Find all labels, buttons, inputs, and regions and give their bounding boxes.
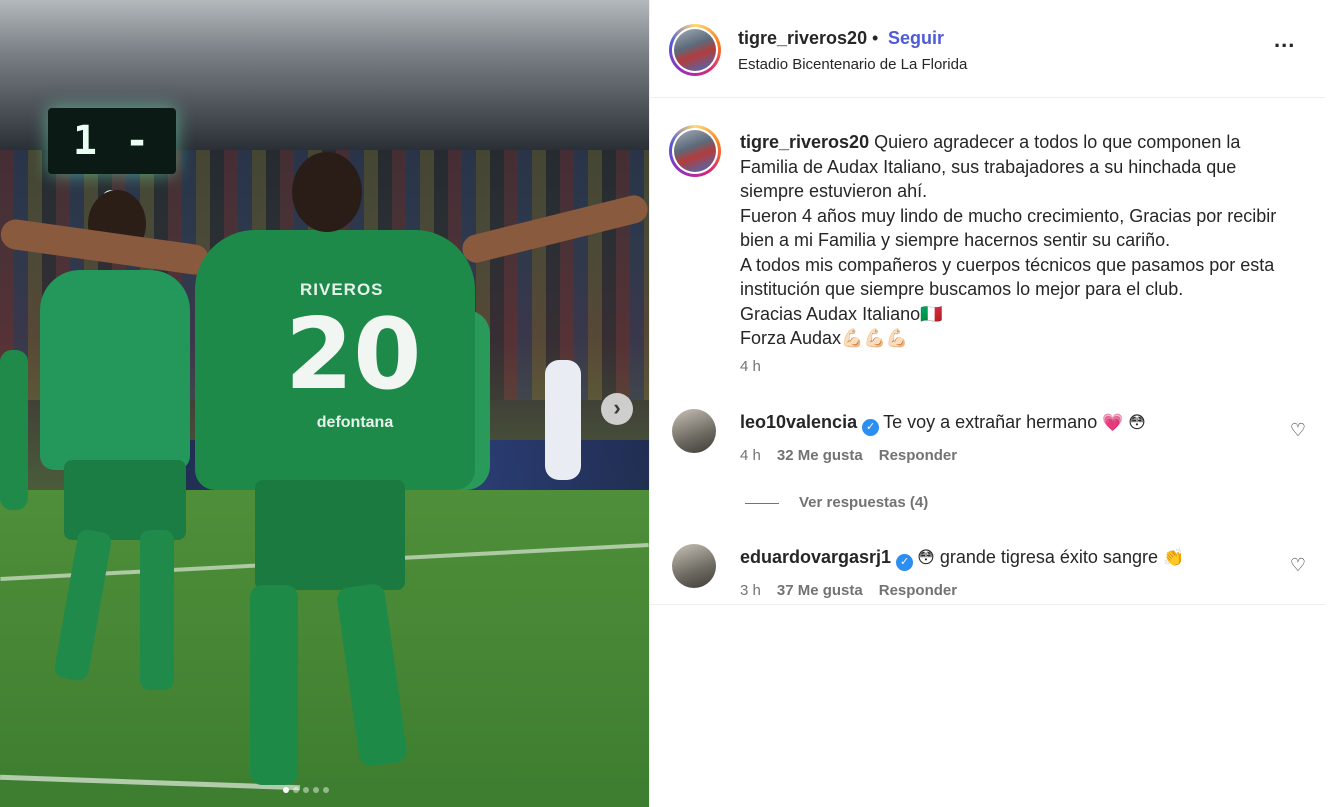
commenter-avatar[interactable]	[672, 409, 716, 453]
carousel-dot[interactable]	[283, 787, 289, 793]
chevron-right-icon: ›	[613, 395, 621, 420]
scoreboard: 1 - 0	[48, 108, 176, 230]
comment-text: Te voy a extrañar hermano	[883, 412, 1098, 432]
comment-emoji: 💗 😳	[1102, 413, 1146, 432]
carousel-dots	[283, 787, 329, 793]
comment-likes-count[interactable]: 37 Me gusta	[777, 582, 863, 599]
caption-line: Gracias Audax Italiano🇮🇹	[740, 303, 943, 324]
comment-likes-count[interactable]: 32 Me gusta	[777, 447, 863, 464]
separator-dot: •	[872, 28, 879, 48]
carousel-dot[interactable]	[313, 787, 319, 793]
author-avatar[interactable]	[669, 24, 721, 76]
comment-emoji: 😳	[917, 548, 935, 567]
reply-button[interactable]: Responder	[879, 582, 957, 599]
verified-badge-icon: ✓	[896, 554, 914, 571]
carousel-dot[interactable]	[303, 787, 309, 793]
like-heart-icon[interactable]: ♡	[1288, 555, 1308, 575]
more-options-icon[interactable]: ...	[1274, 29, 1300, 54]
author-username[interactable]: tigre_riveros20	[738, 28, 867, 49]
main-player-shorts	[255, 480, 405, 590]
jersey-name: RIVEROS	[300, 280, 384, 299]
comments-divider	[650, 604, 1325, 605]
carousel-dot[interactable]	[293, 787, 299, 793]
caption-timestamp[interactable]: 4 h	[740, 358, 761, 375]
caption-line: Familia de Audax Italiano, sus trabajado…	[740, 156, 1237, 177]
jersey-sponsor: defontana	[316, 414, 394, 431]
caption-line: Fueron 4 años muy lindo de mucho crecimi…	[740, 205, 1277, 226]
next-slide-button[interactable]: ›	[601, 393, 633, 425]
commenter-avatar[interactable]	[672, 544, 716, 588]
commenter-username[interactable]: eduardovargasrj1	[740, 547, 891, 567]
comment-meta: 3 h 37 Me gusta Responder	[740, 582, 973, 599]
caption-line: institución que siempre buscamos lo mejo…	[740, 279, 1184, 299]
like-heart-icon[interactable]: ♡	[1288, 420, 1308, 440]
player-edge	[0, 350, 28, 510]
teammate-left-torso	[40, 270, 190, 470]
comment-body: eduardovargasrj1 ✓ 😳 grande tigresa éxito …	[740, 547, 1184, 571]
comment-timestamp[interactable]: 3 h	[740, 582, 761, 599]
view-replies-button[interactable]: Ver respuestas (4)	[745, 494, 928, 511]
caption-line: bien a mi Familia y siempre hacernos sen…	[740, 230, 1171, 250]
comment-timestamp[interactable]: 4 h	[740, 447, 761, 464]
location-link[interactable]: Estadio Bicentenario de La Florida	[738, 56, 967, 73]
caption-line: siempre estuvieron ahí.	[740, 181, 928, 201]
caption-line: A todos mis compañeros y cuerpos técnico…	[740, 254, 1275, 275]
view-replies-label: Ver respuestas (4)	[799, 494, 929, 511]
reply-button[interactable]: Responder	[879, 447, 957, 464]
main-player-head	[292, 152, 362, 232]
caption-line: Forza Audax💪🏻💪🏻💪🏻	[740, 328, 909, 348]
main-player-leg	[250, 585, 298, 785]
comment-meta: 4 h 32 Me gusta Responder	[740, 447, 973, 464]
comment-body: leo10valencia ✓ Te voy a extrañar hermano …	[740, 412, 1146, 436]
jersey-number: 20	[285, 298, 422, 412]
post-caption: tigre_riveros20 Quiero agradecer a todos…	[740, 130, 1300, 351]
replies-divider	[745, 502, 779, 504]
verified-badge-icon: ✓	[862, 419, 880, 436]
caption-author-avatar[interactable]	[669, 125, 721, 177]
commenter-username[interactable]: leo10valencia	[740, 412, 857, 432]
comment-emoji: 👏	[1162, 548, 1185, 567]
caption-username[interactable]: tigre_riveros20	[740, 132, 869, 152]
opponent-player	[545, 360, 581, 480]
caption-line: Quiero agradecer a todos lo que componen…	[874, 132, 1241, 152]
follow-button[interactable]: Seguir	[888, 28, 944, 49]
post-header: tigre_riveros20 • Seguir Estadio Bicente…	[650, 0, 1325, 98]
comment-text: grande tigresa éxito sangre	[939, 547, 1158, 567]
carousel-dot[interactable]	[323, 787, 329, 793]
post-media-image[interactable]: 1 - 0 RIVEROS 20 defontana ›	[0, 0, 649, 807]
teammate-left-leg	[140, 530, 174, 690]
post-details-panel: tigre_riveros20 • Seguir Estadio Bicente…	[649, 0, 1328, 807]
teammate-left-shorts	[64, 460, 186, 540]
